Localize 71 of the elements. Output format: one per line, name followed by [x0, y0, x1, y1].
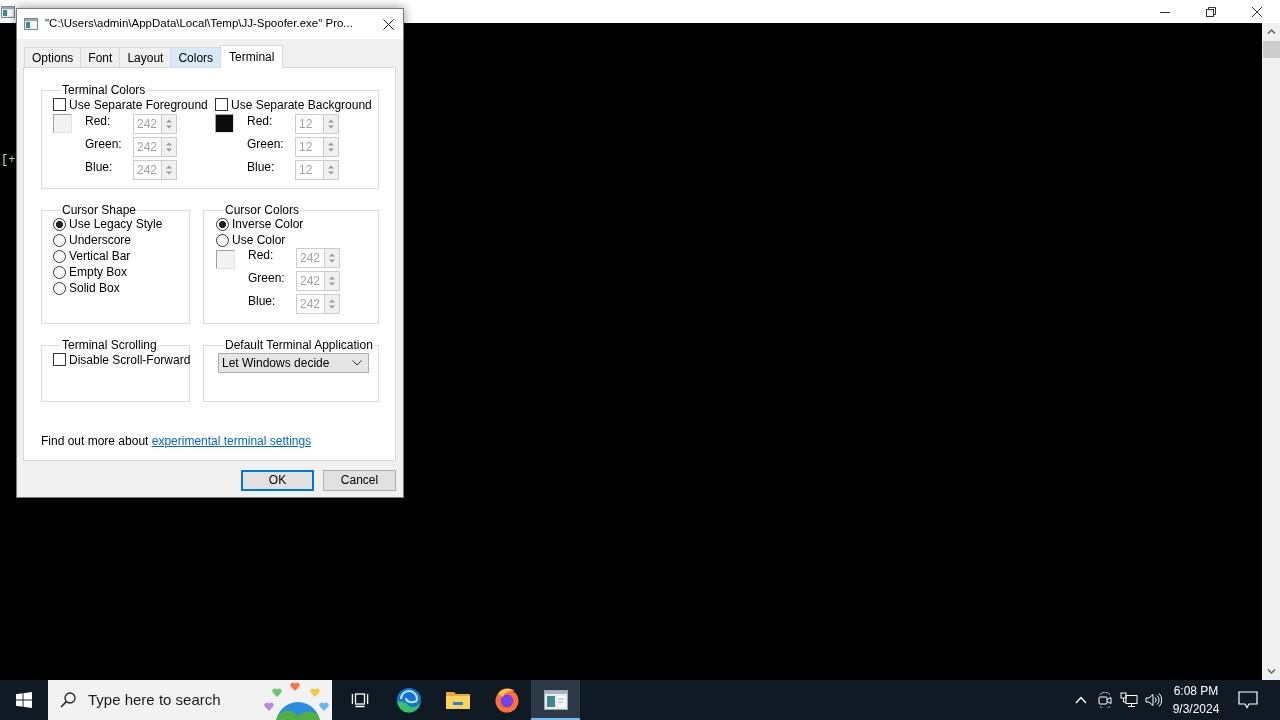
radio-button[interactable] [216, 217, 229, 231]
console-window-icon [543, 690, 568, 710]
checkbox-label: Use Separate Foreground [69, 97, 208, 112]
chevron-up-icon[interactable] [1075, 696, 1087, 704]
group-title: Default Terminal Application [224, 338, 374, 352]
search-bar[interactable]: Type here to search [48, 680, 332, 720]
notification-icon[interactable] [1237, 691, 1258, 709]
browser-icon [493, 687, 520, 713]
group-title: Terminal Scrolling [61, 338, 158, 352]
checkbox-label: Use Separate Background [231, 97, 372, 112]
video-camera-icon[interactable] [1097, 692, 1113, 708]
network-icon[interactable] [1120, 692, 1138, 708]
tab[interactable]: Options [24, 47, 81, 67]
dropdown[interactable]: Let Windows decide [218, 353, 369, 373]
channel-label: Green: [85, 137, 123, 153]
group-title: Terminal Colors [61, 83, 147, 97]
clock-time: 6:08 PM [1173, 683, 1219, 700]
radio-label: Inverse Color [232, 217, 304, 231]
radio-label: Underscore [69, 233, 132, 247]
radio-button[interactable] [216, 233, 229, 247]
dialog-title: "C:\Users\admin\AppData\Local\Temp\JJ-Spoofer.exe" Pro... [45, 16, 353, 32]
info-text: Find out more about experimental terminal settings [41, 434, 313, 448]
channel-label: Red: [247, 114, 274, 130]
channel-label: Blue: [248, 294, 277, 310]
globe-hearts-icon [264, 680, 330, 720]
dialog-button[interactable]: OK [241, 470, 314, 491]
close-icon [382, 18, 394, 30]
radio-button[interactable] [53, 233, 66, 247]
console-window-icon [24, 18, 38, 30]
channel-label: Blue: [85, 160, 114, 176]
scroll-thumb[interactable] [1262, 41, 1280, 58]
tab[interactable]: Colors [170, 47, 221, 67]
console-text: [+ [1, 153, 16, 167]
browser-icon [395, 687, 422, 713]
dialog-button[interactable]: Cancel [323, 470, 396, 491]
clock-date: 9/3/2024 [1172, 701, 1220, 718]
channel-label: Blue: [247, 160, 276, 176]
four-panes-icon [16, 692, 32, 708]
checkbox[interactable] [53, 98, 66, 111]
channel-label: Green: [247, 137, 285, 153]
search-field[interactable]: Type here to search [76, 689, 264, 711]
close-icon [1252, 6, 1262, 17]
radio-label: Use Legacy Style [69, 217, 163, 231]
checkbox[interactable] [53, 353, 66, 366]
radio-button[interactable] [53, 265, 66, 279]
folder-icon [444, 689, 471, 711]
taskbar-button[interactable] [531, 680, 580, 720]
channel-label: Green: [248, 271, 286, 287]
radio-label: Empty Box [69, 265, 128, 279]
radio-button[interactable] [53, 217, 66, 231]
radio-label: Solid Box [69, 281, 120, 295]
radio-label: Vertical Bar [69, 249, 131, 263]
channel-label: Red: [85, 114, 112, 130]
restore-icon [1206, 6, 1216, 17]
tab[interactable]: Terminal [220, 45, 284, 68]
channel-label: Red: [248, 248, 275, 264]
radio-button[interactable] [53, 281, 66, 295]
radio-label: Use Color [232, 233, 286, 247]
tab[interactable]: Font [80, 47, 120, 67]
vertical-scrollbar[interactable] [1262, 23, 1280, 680]
group-title: Cursor Colors [224, 203, 300, 217]
settings-link[interactable]: experimental terminal settings [151, 434, 312, 448]
group-title: Cursor Shape [61, 203, 138, 217]
checkbox-label: Disable Scroll-Forward [69, 352, 191, 367]
checkbox[interactable] [215, 98, 228, 111]
radio-button[interactable] [53, 249, 66, 263]
tab[interactable]: Layout [119, 47, 171, 67]
task-view-icon [350, 692, 369, 708]
search-icon [60, 692, 76, 708]
volume-icon[interactable] [1144, 692, 1162, 708]
caret-down-icon [352, 360, 362, 366]
